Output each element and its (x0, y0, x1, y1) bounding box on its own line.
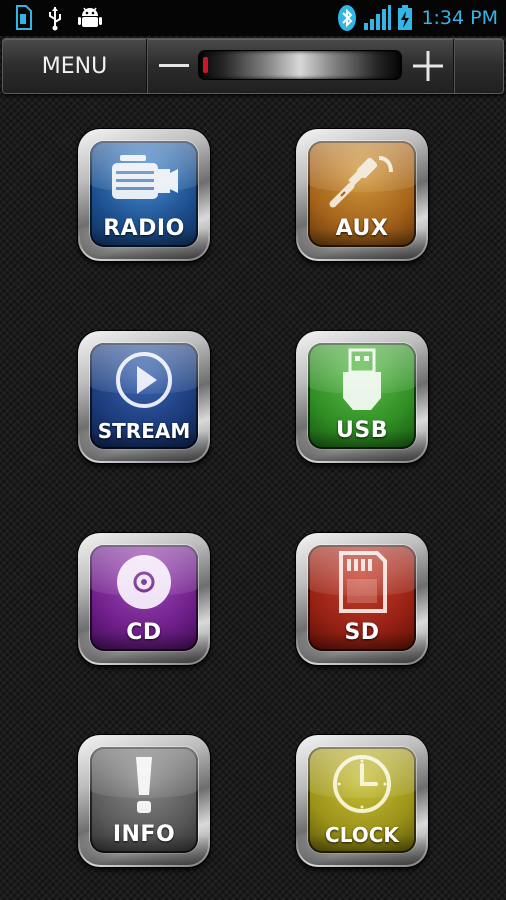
info-button-face: INFO (90, 747, 198, 853)
android-debug-icon (78, 7, 102, 27)
play-icon (116, 352, 172, 408)
usb-stick-icon (343, 348, 381, 410)
info-button[interactable]: INFO (78, 735, 210, 867)
divider (453, 39, 454, 93)
volume-down-button[interactable] (149, 39, 199, 93)
stream-label: STREAM (97, 419, 191, 443)
clock-label: CLOCK (325, 823, 399, 847)
sd-button[interactable]: SD (296, 533, 428, 665)
volume-slider[interactable] (199, 51, 401, 79)
cd-label: CD (126, 620, 162, 645)
usb-label: USB (336, 418, 388, 443)
cd-button-face: CD (90, 545, 198, 651)
cd-button[interactable]: CD (78, 533, 210, 665)
radio-label: RADIO (103, 216, 185, 241)
sd-card-icon (339, 551, 387, 613)
bluetooth-icon (338, 5, 357, 31)
stream-button-face: STREAM (90, 343, 198, 449)
sd-card-icon (16, 5, 32, 30)
clock-button-face: CLOCK (308, 747, 416, 853)
exclamation-icon (136, 757, 152, 813)
menu-button[interactable]: MENU (3, 39, 147, 93)
volume-level-indicator (203, 57, 208, 73)
aux-button-face: AUX (308, 141, 416, 247)
sd-label: SD (344, 620, 380, 645)
status-notifications (14, 5, 116, 31)
stream-button[interactable]: STREAM (78, 331, 210, 463)
radio-button-face: RADIO (90, 141, 198, 247)
usb-button-face: USB (308, 343, 416, 449)
status-system: 1:34 PM (331, 4, 498, 32)
usb-button[interactable]: USB (296, 331, 428, 463)
clock-icon (333, 755, 391, 813)
radio-button[interactable]: RADIO (78, 129, 210, 261)
sd-button-face: SD (308, 545, 416, 651)
aux-button[interactable]: AUX (296, 129, 428, 261)
minus-icon (159, 64, 189, 67)
signal-icon (364, 5, 392, 30)
control-bar: MENU (2, 38, 504, 94)
usb-icon (49, 7, 61, 31)
disc-icon (117, 555, 171, 609)
aux-jack-icon (329, 156, 393, 208)
radio-icon (112, 155, 178, 199)
clock-button[interactable]: CLOCK (296, 735, 428, 867)
plus-icon (413, 51, 443, 81)
battery-charging-icon (398, 5, 413, 30)
aux-label: AUX (335, 216, 389, 241)
status-bar: 1:34 PM (0, 0, 506, 36)
status-time: 1:34 PM (421, 7, 498, 29)
info-label: INFO (112, 822, 176, 847)
volume-up-button[interactable] (403, 39, 453, 93)
